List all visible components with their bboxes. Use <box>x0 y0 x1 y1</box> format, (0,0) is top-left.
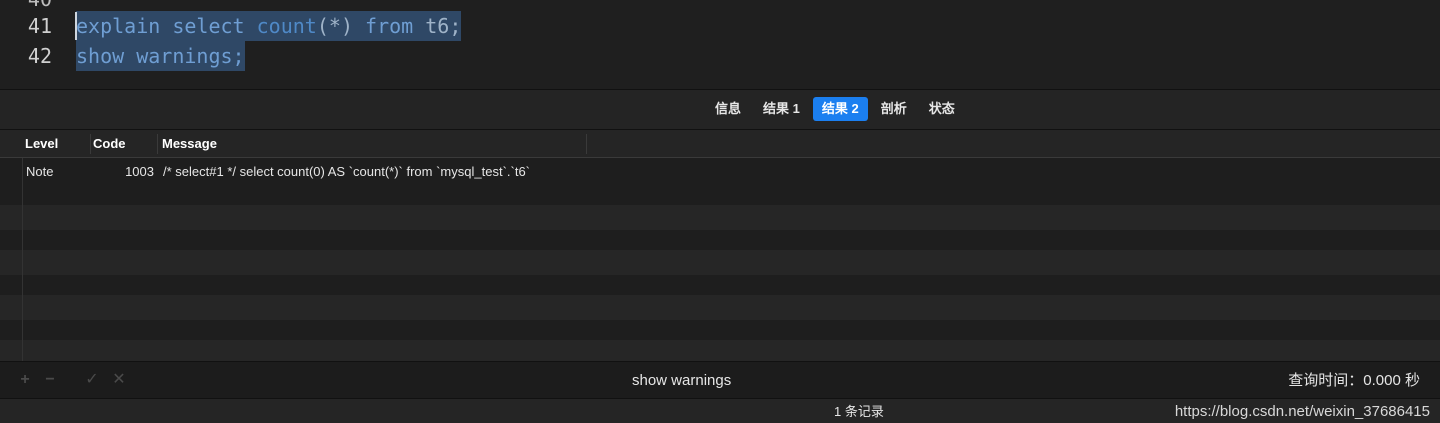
empty-row <box>0 205 1440 230</box>
minus-icon[interactable]: − <box>41 371 59 389</box>
record-count: 1 条记录 <box>834 404 884 419</box>
x-icon[interactable]: ✕ <box>110 371 128 389</box>
column-header-level[interactable]: Level <box>25 130 58 158</box>
keyword-token: explain <box>76 14 161 38</box>
result-tabs: 信息 结果 1 结果 2 剖析 状态 <box>706 97 968 121</box>
tab-result-1[interactable]: 结果 1 <box>754 97 809 121</box>
table-row[interactable]: Note 1003 /* select#1 */ select count(0)… <box>0 159 1440 184</box>
cell-level[interactable]: Note <box>26 159 53 184</box>
status-bar: 1 条记录 https://blog.csdn.net/weixin_37686… <box>0 398 1440 423</box>
tab-info[interactable]: 信息 <box>706 97 750 121</box>
paren-token: (*) <box>316 14 353 38</box>
grid-header: Level Code Message <box>0 130 1440 158</box>
plus-icon[interactable]: + <box>16 371 34 389</box>
sql-editor[interactable]: 40 41 explain select count(*) from t6; 4… <box>0 0 1440 89</box>
identifier-token: t6; <box>425 14 462 38</box>
result-tab-bar: 信息 结果 1 结果 2 剖析 状态 <box>0 89 1440 130</box>
watermark: https://blog.csdn.net/weixin_37686415 <box>1174 403 1430 420</box>
result-grid[interactable]: Level Code Message Note 1003 /* select#1… <box>0 130 1440 361</box>
keyword-token: show <box>76 44 125 68</box>
column-divider[interactable] <box>157 134 158 154</box>
empty-row <box>0 295 1440 320</box>
empty-row <box>0 250 1440 275</box>
keyword-token: from <box>365 14 414 38</box>
line-number: 42 <box>27 44 52 68</box>
keyword-token: warnings; <box>136 44 245 68</box>
column-header-code[interactable]: Code <box>93 130 126 158</box>
editor-line-41: 41 explain select count(*) from t6; <box>0 11 1440 41</box>
current-query: show warnings <box>632 372 732 389</box>
check-icon[interactable]: ✓ <box>83 371 101 389</box>
code-line: explain select count(*) from t6; <box>76 11 462 41</box>
app-window: 40 41 explain select count(*) from t6; 4… <box>0 0 1440 423</box>
empty-row <box>0 340 1440 361</box>
query-time: 查询时间：0.000 秒 <box>1288 372 1420 389</box>
column-header-message[interactable]: Message <box>162 130 217 158</box>
bottom-toolbar: + − ✓ ✕ show warnings 查询时间：0.000 秒 <box>0 361 1440 398</box>
tab-profile[interactable]: 剖析 <box>872 97 916 121</box>
keyword-token: select <box>172 14 245 38</box>
text-cursor <box>75 12 77 40</box>
cell-code[interactable]: 1003 <box>96 159 154 184</box>
code-line: show warnings; <box>76 41 245 71</box>
column-divider[interactable] <box>90 134 91 154</box>
tab-result-2[interactable]: 结果 2 <box>812 97 868 121</box>
tab-status[interactable]: 状态 <box>920 97 964 121</box>
editor-line-42: 42 show warnings; <box>0 41 1440 71</box>
line-number: 41 <box>27 14 52 38</box>
row-gutter-divider <box>22 158 23 361</box>
column-divider[interactable] <box>586 134 587 154</box>
cell-message[interactable]: /* select#1 */ select count(0) AS `count… <box>163 159 530 184</box>
function-token: count <box>256 14 317 38</box>
